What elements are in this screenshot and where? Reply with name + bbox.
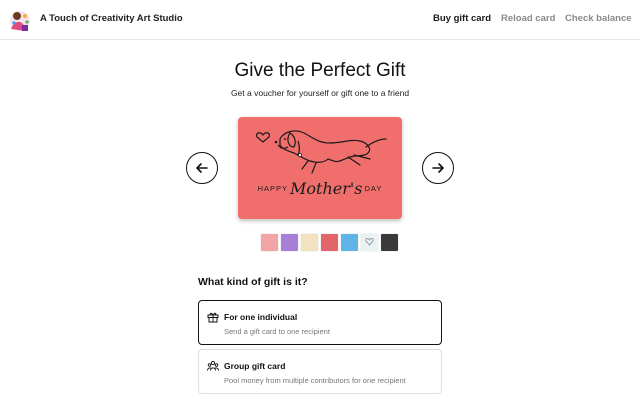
card-text-happy: HAPPY	[257, 184, 289, 193]
page-title: Give the Perfect Gift	[234, 60, 406, 81]
thumbnail-heart-outline[interactable]	[361, 234, 378, 251]
gift-type-question: What kind of gift is it?	[198, 276, 308, 288]
arrow-right-icon	[432, 163, 444, 173]
thumbnail-pink-floral[interactable]	[261, 234, 278, 251]
artist-palette-logo[interactable]	[8, 7, 32, 33]
card-text-day: DAY	[364, 184, 383, 193]
option-description: Send a gift card to one recipient	[224, 327, 330, 336]
arrow-left-icon	[196, 163, 208, 173]
nav-buy-gift-card[interactable]: Buy gift card	[433, 13, 491, 24]
thumbnail-dark-photo[interactable]	[381, 234, 398, 251]
nav-check-balance[interactable]: Check balance	[565, 13, 632, 24]
next-design-button[interactable]	[422, 152, 454, 184]
thumbnail-blue-pattern[interactable]	[341, 234, 358, 251]
gift-card-preview[interactable]: HAPPY Mother's DAY	[238, 117, 402, 219]
option-group-gift-card[interactable]: Group gift card Pool money from multiple…	[198, 349, 442, 394]
dog-with-heart-illustration	[255, 130, 387, 174]
group-icon	[207, 360, 219, 371]
card-greeting: HAPPY Mother's DAY	[238, 179, 402, 198]
nav-reload-card[interactable]: Reload card	[501, 13, 555, 24]
top-header: A Touch of Creativity Art Studio Buy gif…	[0, 0, 640, 40]
thumbnail-red-hearts[interactable]	[321, 234, 338, 251]
gift-icon	[207, 312, 219, 323]
option-title: For one individual	[224, 312, 298, 322]
page-subtitle: Get a voucher for yourself or gift one t…	[230, 88, 410, 98]
option-description: Pool money from multiple contributors fo…	[224, 376, 406, 385]
previous-design-button[interactable]	[186, 152, 218, 184]
option-title: Group gift card	[224, 361, 286, 371]
option-for-one-individual[interactable]: For one individual Send a gift card to o…	[198, 300, 442, 345]
brand-name: A Touch of Creativity Art Studio	[40, 13, 183, 24]
card-text-mothers: Mother's	[290, 179, 363, 198]
thumbnail-purple-floral[interactable]	[281, 234, 298, 251]
thumbnail-cream-floral[interactable]	[301, 234, 318, 251]
